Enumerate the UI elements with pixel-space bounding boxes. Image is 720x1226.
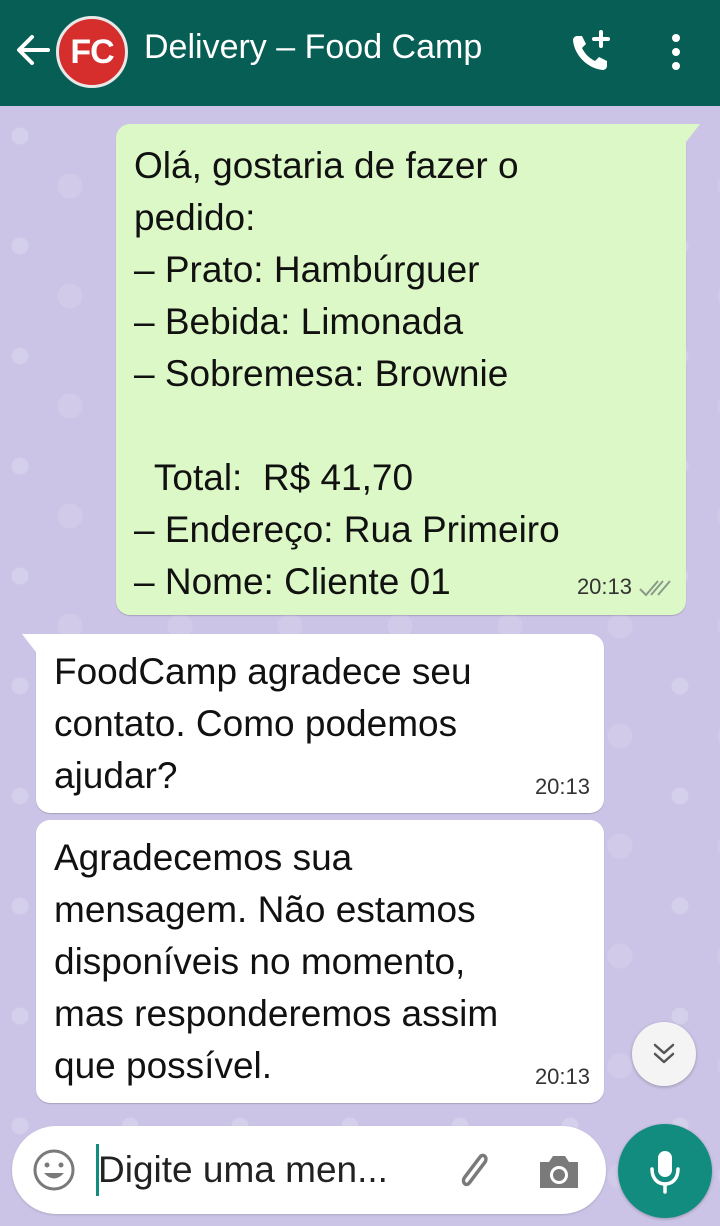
message-line: Total: R$ 41,70	[134, 457, 414, 498]
incoming-message[interactable]: FoodCamp agradece seu contato. Como pode…	[22, 634, 604, 813]
message-composer: Digite uma men...	[12, 1126, 606, 1214]
back-button[interactable]	[12, 28, 52, 72]
double-check-icon	[639, 580, 671, 597]
message-time: 20:13	[534, 774, 590, 799]
message-time: 20:13	[576, 574, 632, 599]
message-line: ajudar?	[54, 755, 178, 796]
message-line: – Prato: Hambúrguer	[134, 249, 480, 290]
avatar-initials: FC	[70, 32, 114, 71]
camera-button[interactable]	[534, 1148, 584, 1196]
message-line: – Endereço: Rua Primeiro	[134, 509, 560, 550]
scroll-to-bottom-button[interactable]	[632, 1022, 696, 1086]
incoming-message[interactable]: Agradecemos sua mensagem. Não estamos di…	[36, 820, 604, 1103]
phone-plus-icon	[573, 30, 610, 70]
add-call-button[interactable]	[568, 28, 616, 76]
microphone-icon	[650, 1151, 680, 1194]
camera-icon	[540, 1156, 578, 1188]
bubble-tail	[22, 634, 36, 652]
back-arrow-icon	[17, 35, 50, 65]
voice-message-button[interactable]	[618, 1124, 712, 1218]
message-line: mas responderemos assim	[54, 993, 499, 1034]
paperclip-icon	[461, 1153, 488, 1187]
message-time: 20:13	[534, 1064, 590, 1089]
message-line: disponíveis no momento,	[54, 941, 466, 982]
contact-avatar[interactable]: FC	[56, 16, 128, 88]
bubble-tail	[686, 124, 700, 142]
chat-header: FC Delivery – Food Camp	[0, 0, 720, 106]
contact-name[interactable]: Delivery – Food Camp	[144, 28, 482, 67]
message-line: pedido:	[134, 197, 256, 238]
message-line: mensagem. Não estamos	[54, 889, 476, 930]
outgoing-message[interactable]: Olá, gostaria de fazer o pedido: – Prato…	[116, 124, 700, 615]
message-line: contato. Como podemos	[54, 703, 458, 744]
message-line: – Bebida: Limonada	[134, 301, 464, 342]
message-line: Olá, gostaria de fazer o	[134, 145, 519, 186]
message-input[interactable]: Digite uma men...	[98, 1146, 388, 1194]
message-line: Agradecemos sua	[54, 837, 353, 878]
attach-button[interactable]	[450, 1148, 498, 1196]
message-line: que possível.	[54, 1045, 273, 1086]
kebab-menu-icon	[672, 34, 680, 70]
double-chevron-down-icon	[653, 1043, 675, 1064]
message-line: FoodCamp agradece seu	[54, 651, 472, 692]
message-line: – Sobremesa: Brownie	[134, 353, 509, 394]
more-options-button[interactable]	[662, 30, 690, 74]
emoji-button[interactable]	[30, 1146, 78, 1194]
message-line: ​	[134, 400, 666, 452]
emoji-icon	[33, 1149, 75, 1191]
